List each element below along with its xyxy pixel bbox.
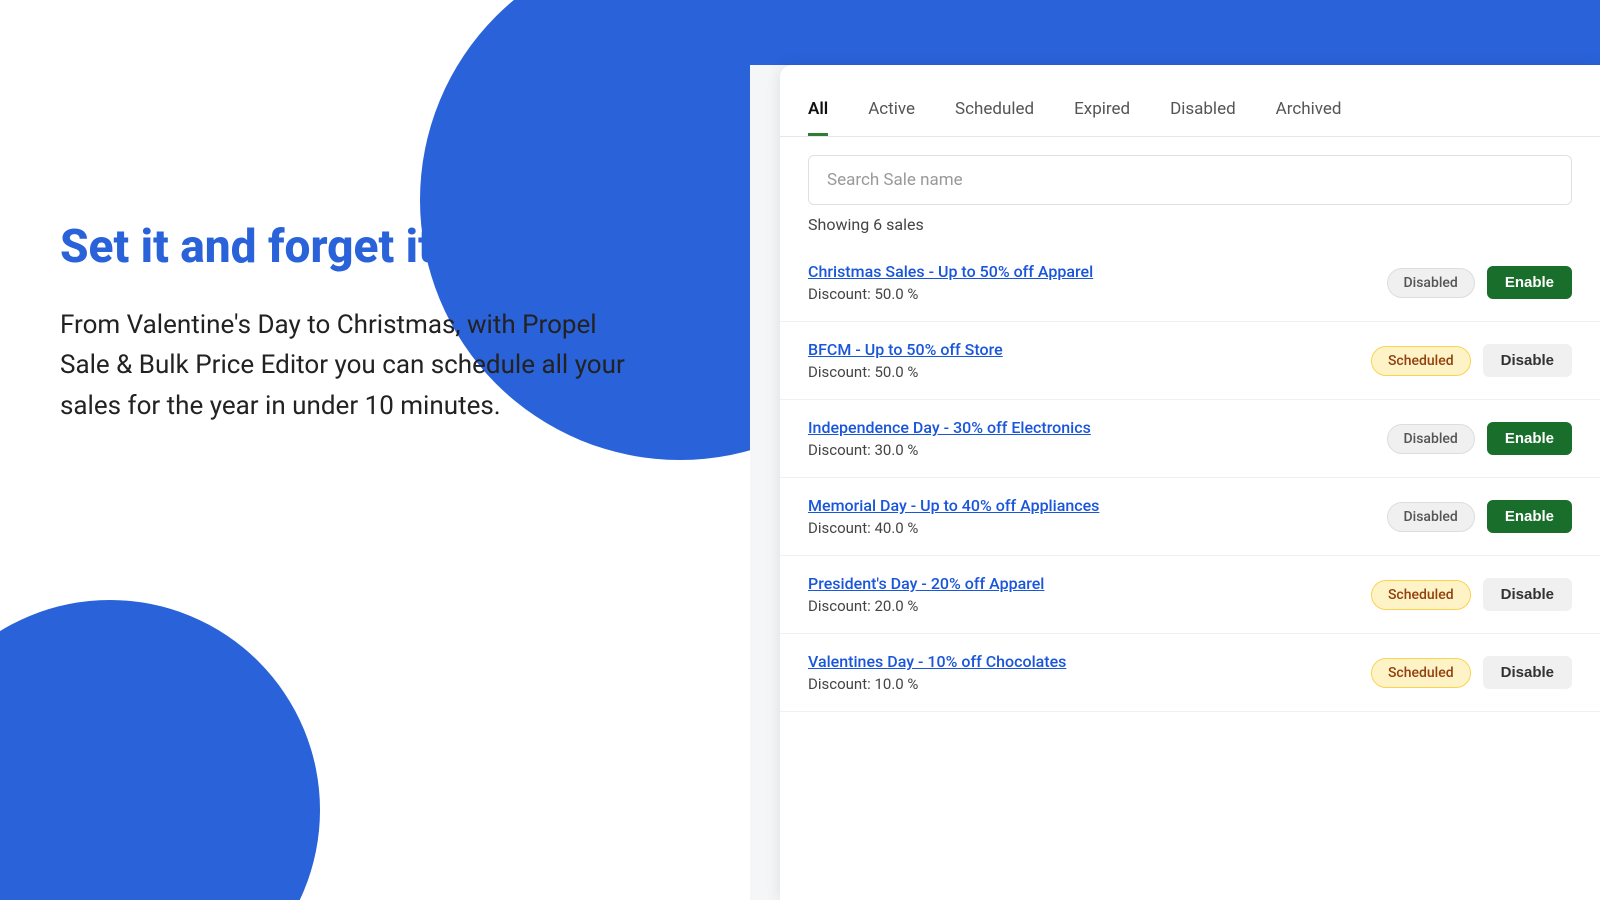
sale-name[interactable]: Independence Day - 30% off Electronics (808, 418, 1387, 437)
sale-actions: Disabled Enable (1387, 422, 1572, 455)
table-row: BFCM - Up to 50% off Store Discount: 50.0… (780, 322, 1600, 400)
tab-disabled[interactable]: Disabled (1170, 99, 1236, 136)
showing-count: Showing 6 sales (808, 215, 1572, 234)
left-panel: Set it and forget it From Valentine's Da… (0, 0, 760, 900)
sale-info: Independence Day - 30% off Electronics Di… (808, 418, 1387, 459)
body-text: From Valentine's Day to Christmas, with … (60, 305, 640, 426)
status-badge: Disabled (1387, 424, 1475, 454)
status-badge: Disabled (1387, 268, 1475, 298)
sale-actions: Scheduled Disable (1371, 344, 1572, 377)
sale-info: Valentines Day - 10% off Chocolates Disco… (808, 652, 1371, 693)
sale-discount: Discount: 10.0 % (808, 675, 1371, 693)
sale-discount: Discount: 50.0 % (808, 363, 1371, 381)
sale-actions: Disabled Enable (1387, 500, 1572, 533)
sale-discount: Discount: 50.0 % (808, 285, 1387, 303)
status-badge: Scheduled (1371, 658, 1471, 688)
disable-button[interactable]: Disable (1483, 578, 1572, 611)
main-card: All Active Scheduled Expired Disabled Ar… (780, 65, 1600, 900)
table-row: Valentines Day - 10% off Chocolates Disco… (780, 634, 1600, 712)
tab-scheduled[interactable]: Scheduled (955, 99, 1034, 136)
table-row: Memorial Day - Up to 40% off AppliancesD… (780, 478, 1600, 556)
sale-name[interactable]: BFCM - Up to 50% off Store (808, 340, 1371, 359)
sale-actions: Scheduled Disable (1371, 656, 1572, 689)
left-content: Set it and forget it From Valentine's Da… (60, 220, 640, 426)
disable-button[interactable]: Disable (1483, 656, 1572, 689)
table-row: President's Day - 20% off Apparel Discoun… (780, 556, 1600, 634)
sale-info: Memorial Day - Up to 40% off Appliances D… (808, 496, 1387, 537)
tab-all[interactable]: All (808, 99, 828, 136)
status-badge: Scheduled (1371, 580, 1471, 610)
right-panel: All Active Scheduled Expired Disabled Ar… (750, 0, 1600, 900)
status-badge: Disabled (1387, 502, 1475, 532)
sale-discount: Discount: 30.0 % (808, 441, 1387, 459)
blue-header (750, 0, 1600, 65)
disable-button[interactable]: Disable (1483, 344, 1572, 377)
sale-actions: Scheduled Disable (1371, 578, 1572, 611)
enable-button[interactable]: Enable (1487, 500, 1572, 533)
search-input[interactable]: Search Sale name (808, 155, 1572, 205)
tab-archived[interactable]: Archived (1276, 99, 1342, 136)
arc-bottom-decoration (0, 600, 320, 900)
sale-name[interactable]: President's Day - 20% off Apparel (808, 574, 1371, 593)
enable-button[interactable]: Enable (1487, 266, 1572, 299)
sale-info: Christmas Sales - Up to 50% off Apparel D… (808, 262, 1387, 303)
sale-name[interactable]: Memorial Day - Up to 40% off Appliances (808, 496, 1387, 515)
tab-expired[interactable]: Expired (1074, 99, 1130, 136)
tabs-bar: All Active Scheduled Expired Disabled Ar… (780, 65, 1600, 137)
sale-name[interactable]: Christmas Sales - Up to 50% off Apparel (808, 262, 1387, 281)
sale-info: President's Day - 20% off Apparel Discoun… (808, 574, 1371, 615)
table-row: Christmas Sales - Up to 50% off ApparelD… (780, 244, 1600, 322)
sale-list: Christmas Sales - Up to 50% off ApparelD… (780, 244, 1600, 712)
sale-name[interactable]: Valentines Day - 10% off Chocolates (808, 652, 1371, 671)
headline: Set it and forget it (60, 220, 640, 275)
status-badge: Scheduled (1371, 346, 1471, 376)
sale-discount: Discount: 20.0 % (808, 597, 1371, 615)
sale-discount: Discount: 40.0 % (808, 519, 1387, 537)
table-row: Independence Day - 30% off ElectronicsDi… (780, 400, 1600, 478)
tab-active[interactable]: Active (868, 99, 915, 136)
sale-info: BFCM - Up to 50% off Store Discount: 50.0… (808, 340, 1371, 381)
sale-actions: Disabled Enable (1387, 266, 1572, 299)
enable-button[interactable]: Enable (1487, 422, 1572, 455)
